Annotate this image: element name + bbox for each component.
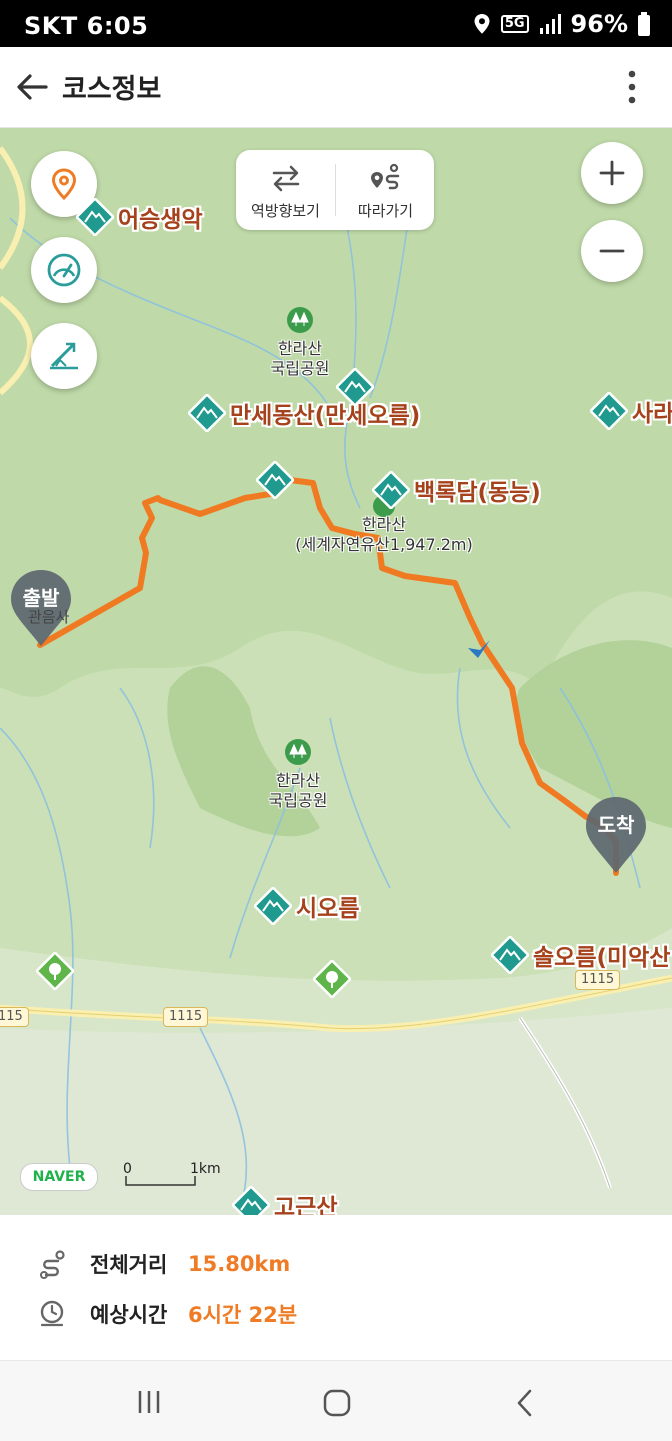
plus-icon bbox=[599, 160, 625, 186]
mountain-icon bbox=[232, 1186, 270, 1215]
mountain-icon bbox=[372, 471, 410, 509]
poi-mountain[interactable]: 시오름 bbox=[254, 887, 359, 925]
status-bar: SKT 6:05 5G 96% bbox=[0, 0, 672, 47]
reverse-direction-button[interactable]: 역방향보기 bbox=[236, 150, 335, 230]
mountain-icon bbox=[254, 887, 292, 925]
map-view[interactable]: 역방향보기 따라가기 한라산 국립공원 한라산 국립공원 한라산 (세계자연유산… bbox=[0, 128, 672, 1215]
time-label: 예상시간 bbox=[90, 1303, 168, 1327]
road-number-label: 1115 bbox=[575, 970, 621, 990]
follow-label: 따라가기 bbox=[357, 202, 414, 220]
end-marker-label: 도착 bbox=[597, 813, 635, 837]
poi-name: 시오름 bbox=[296, 896, 360, 922]
mountain-icon bbox=[491, 936, 529, 974]
forest-icon[interactable] bbox=[313, 960, 351, 998]
park-name-line1: 한라산 bbox=[277, 339, 323, 358]
mountain-icon bbox=[76, 198, 114, 236]
map-mode-toggle: 역방향보기 따라가기 bbox=[236, 150, 434, 230]
battery-percent: 96% bbox=[570, 10, 628, 38]
time-value: 6시간 22분 bbox=[188, 1303, 298, 1327]
speedometer-icon bbox=[47, 253, 81, 287]
park-name-line1: 한라산 bbox=[275, 771, 321, 790]
tree-icon bbox=[285, 739, 311, 765]
elevation-button[interactable] bbox=[31, 323, 97, 389]
zoom-out-button[interactable] bbox=[581, 220, 643, 282]
road-number-label: 1115 bbox=[163, 1007, 209, 1027]
poi-name: 솔오름(미악산 bbox=[533, 945, 671, 971]
poi-mountain[interactable]: 솔오름(미악산 bbox=[491, 936, 670, 974]
home-icon[interactable] bbox=[323, 1389, 351, 1417]
clock-icon bbox=[40, 1300, 64, 1327]
app-bar: 코스정보 bbox=[0, 47, 672, 128]
mountain-icon[interactable] bbox=[336, 368, 374, 406]
more-options-icon[interactable] bbox=[622, 69, 642, 105]
park-label[interactable]: 한라산 국립공원 bbox=[262, 306, 338, 379]
end-marker[interactable]: 도착 bbox=[584, 795, 648, 875]
system-nav-bar bbox=[0, 1360, 672, 1441]
poi-name: 어승생악 bbox=[118, 207, 203, 233]
park-label[interactable]: 한라산 국립공원 bbox=[260, 738, 336, 811]
start-location-label: 관음사 bbox=[28, 608, 70, 626]
page-title: 코스정보 bbox=[62, 74, 162, 105]
follow-button[interactable]: 따라가기 bbox=[336, 150, 435, 230]
road-number-label: 115 bbox=[0, 1007, 29, 1027]
poi-mountain[interactable]: 사라 bbox=[590, 392, 672, 430]
zoom-in-button[interactable] bbox=[581, 142, 643, 204]
forest-icon[interactable] bbox=[36, 952, 74, 990]
location-pin-icon bbox=[51, 168, 77, 200]
back-arrow-icon[interactable] bbox=[12, 67, 52, 107]
recent-apps-icon[interactable] bbox=[136, 1389, 162, 1415]
distance-row: 전체거리 15.80km bbox=[38, 1249, 290, 1279]
course-info-panel: 전체거리 15.80km 예상시간 6시간 22분 bbox=[0, 1215, 672, 1360]
tree-icon bbox=[287, 307, 313, 333]
distance-value: 15.80km bbox=[188, 1252, 291, 1276]
naver-logo: NAVER bbox=[20, 1163, 98, 1191]
status-left: SKT 6:05 bbox=[24, 12, 148, 40]
park-name-line2: 국립공원 bbox=[268, 791, 328, 810]
route-pin-icon bbox=[371, 163, 400, 190]
poi-name: 사라 bbox=[632, 401, 672, 427]
route-distance-icon bbox=[40, 1250, 65, 1279]
signal-icon bbox=[539, 14, 561, 34]
poi-mountain[interactable]: 고근산 bbox=[232, 1186, 337, 1215]
summit-elevation: (세계자연유산1,947.2m) bbox=[295, 535, 473, 554]
carrier: SKT bbox=[24, 12, 78, 40]
elevation-icon bbox=[50, 342, 78, 370]
mountain-icon bbox=[590, 392, 628, 430]
battery-icon bbox=[638, 12, 650, 36]
mountain-icon bbox=[188, 394, 226, 432]
clock: 6:05 bbox=[86, 12, 149, 40]
mountain-icon[interactable] bbox=[256, 461, 294, 499]
summit-name: 한라산 bbox=[361, 515, 407, 534]
poi-name: 백록담(동능) bbox=[414, 480, 541, 506]
distance-label: 전체거리 bbox=[90, 1253, 168, 1277]
back-nav-icon[interactable] bbox=[514, 1389, 536, 1417]
network-icon: 5G bbox=[500, 15, 529, 33]
poi-mountain[interactable]: 어승생악 bbox=[76, 198, 203, 236]
time-row: 예상시간 6시간 22분 bbox=[38, 1299, 297, 1329]
status-right: 5G 96% bbox=[473, 10, 650, 38]
poi-name: 만세동산(만세오름) bbox=[230, 403, 421, 429]
scale-line bbox=[125, 1176, 196, 1186]
poi-name: 고근산 bbox=[274, 1195, 338, 1215]
minus-icon bbox=[599, 249, 625, 253]
swap-arrows-icon bbox=[272, 165, 300, 192]
poi-mountain[interactable]: 백록담(동능) bbox=[372, 471, 541, 509]
location-icon bbox=[474, 14, 490, 34]
poi-mountain[interactable]: 만세동산(만세오름) bbox=[188, 394, 420, 432]
speed-button[interactable] bbox=[31, 237, 97, 303]
reverse-direction-label: 역방향보기 bbox=[250, 202, 320, 220]
map-terrain bbox=[0, 128, 672, 1215]
park-name-line2: 국립공원 bbox=[270, 359, 330, 378]
